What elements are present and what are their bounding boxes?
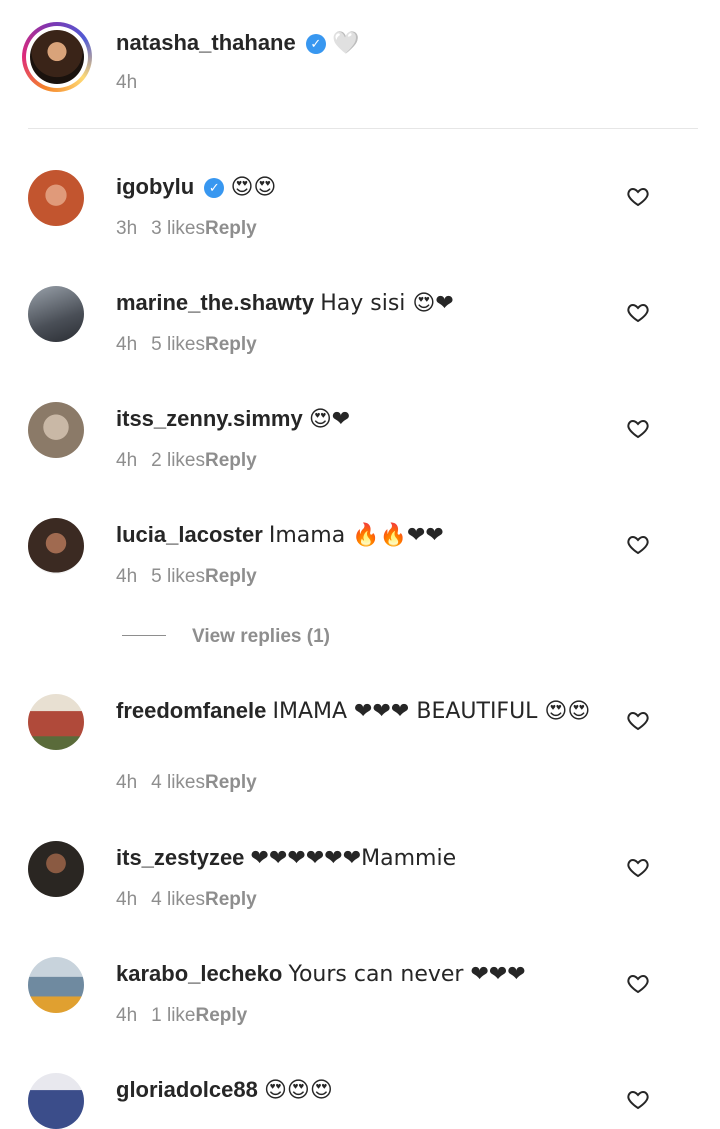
comment-likes[interactable]: 4 likes [151,889,205,910]
comment-text: 😍😍 [230,175,277,200]
comment-text: Imama 🔥🔥❤❤ [268,523,444,548]
comment-username[interactable]: karabo_lecheko [116,961,282,986]
reply-button[interactable]: Reply [205,566,257,587]
comment-time: 4h [116,1005,138,1026]
like-heart-icon[interactable] [626,184,650,208]
like-heart-icon[interactable] [626,416,650,440]
like-heart-icon[interactable] [626,971,650,995]
post-caption: natasha_thahane ✓ 🤍 4h [0,0,720,130]
comment-username[interactable]: marine_the.shawty [116,290,314,315]
reply-button[interactable]: Reply [205,772,257,793]
comment-username[interactable]: gloriadolce88 [116,1077,258,1102]
avatar[interactable] [28,957,84,1013]
comment-likes[interactable]: 3 likes [151,218,205,239]
avatar[interactable] [28,402,84,458]
reply-button[interactable]: Reply [205,889,257,910]
comment-text: 😍😍😍 [263,1078,333,1103]
like-heart-icon[interactable] [626,532,650,556]
caption-time: 4h [116,72,138,93]
comment-likes[interactable]: 1 like [151,1005,195,1026]
story-ring-avatar[interactable] [22,22,92,92]
reply-button[interactable]: Reply [205,450,257,471]
comment-likes[interactable]: 5 likes [151,566,205,587]
avatar[interactable] [28,694,84,750]
like-heart-icon[interactable] [626,300,650,324]
comment-likes[interactable]: 5 likes [151,334,205,355]
like-heart-icon[interactable] [626,855,650,879]
avatar[interactable] [28,518,84,574]
reply-button[interactable]: Reply [205,334,257,355]
comment-likes[interactable]: 2 likes [151,450,205,471]
divider [28,128,698,129]
comment-text: Yours can never ❤❤❤ [288,962,526,987]
comment-time: 4h [116,334,138,355]
comment-time: 4h [116,772,138,793]
comment-text: ❤❤❤❤❤❤Mammie [250,846,457,871]
comment-username[interactable]: its_zestyzee [116,845,244,870]
verified-badge-icon: ✓ [204,178,225,198]
avatar[interactable] [28,841,84,897]
comment-text: 😍❤ [308,407,351,432]
caption-text: 🤍 [331,31,360,56]
comment-username[interactable]: freedomfanele [116,698,266,723]
avatar[interactable] [28,286,84,342]
comment-text: IMAMA ❤❤❤ BEAUTIFUL 😍😍 [272,699,591,724]
verified-badge-icon: ✓ [305,34,326,54]
reply-button[interactable]: Reply [196,1005,248,1026]
caption-username[interactable]: natasha_thahane [116,30,296,55]
avatar [30,30,84,84]
avatar[interactable] [28,1073,84,1129]
comment-text: Hay sisi 😍❤ [320,291,454,316]
comment-username[interactable]: igobylu [116,174,194,199]
like-heart-icon[interactable] [626,708,650,732]
view-replies-button[interactable]: View replies (1) [122,626,330,648]
comment-time: 3h [116,218,138,239]
reply-button[interactable]: Reply [205,218,257,239]
comment-username[interactable]: itss_zenny.simmy [116,406,303,431]
view-replies-label: View replies (1) [192,626,330,647]
divider [122,635,166,636]
comment-username[interactable]: lucia_lacoster [116,522,263,547]
comment-time: 4h [116,566,138,587]
comment-likes[interactable]: 4 likes [151,772,205,793]
avatar[interactable] [28,170,84,226]
comment-time: 4h [116,450,138,471]
like-heart-icon[interactable] [626,1087,650,1111]
comment-time: 4h [116,889,138,910]
